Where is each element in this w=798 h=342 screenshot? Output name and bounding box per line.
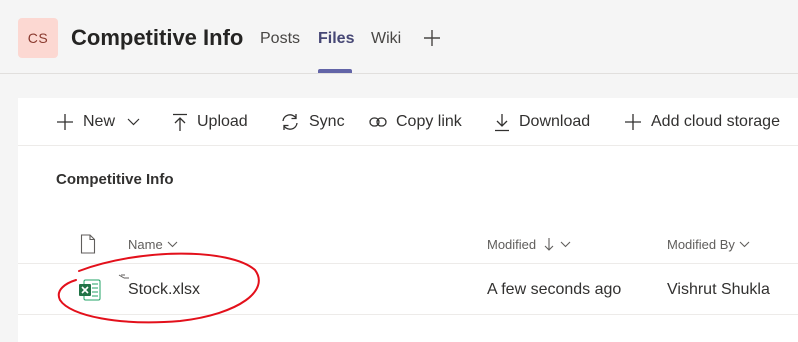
add-tab-button[interactable] xyxy=(420,25,444,51)
add-cloud-storage-label: Add cloud storage xyxy=(651,113,780,130)
file-type-column-header[interactable] xyxy=(80,226,96,262)
download-button[interactable]: Download xyxy=(494,98,590,146)
channel-header: CS Competitive Info Posts Files Wiki xyxy=(0,0,798,74)
copy-link-button[interactable]: Copy link xyxy=(369,98,462,146)
add-cloud-storage-button[interactable]: Add cloud storage xyxy=(624,98,780,146)
tab-wiki[interactable]: Wiki xyxy=(371,30,401,48)
name-column-label: Name xyxy=(128,236,163,252)
sort-descending-icon xyxy=(544,237,554,251)
sync-icon xyxy=(280,113,300,131)
name-column-header[interactable]: Name xyxy=(128,226,178,262)
excel-file-icon xyxy=(78,265,102,315)
plus-icon xyxy=(424,30,440,46)
file-modified-by[interactable]: Vishrut Shukla xyxy=(667,265,770,315)
channel-title: Competitive Info xyxy=(71,25,244,50)
upload-button[interactable]: Upload xyxy=(172,98,248,146)
file-list-header: Name Modified Modified By xyxy=(18,226,798,264)
chevron-down-icon xyxy=(167,241,178,248)
sync-label: Sync xyxy=(309,113,345,130)
modified-by-column-header[interactable]: Modified By xyxy=(667,226,750,262)
files-toolbar: New Upload Sync Copy link Download Add c… xyxy=(18,98,798,146)
tab-files[interactable]: Files xyxy=(318,30,354,48)
active-tab-indicator xyxy=(318,69,352,73)
upload-icon xyxy=(172,113,188,132)
team-avatar[interactable]: CS xyxy=(18,18,58,58)
chevron-down-icon xyxy=(560,241,571,248)
document-icon xyxy=(80,234,96,254)
breadcrumb[interactable]: Competitive Info xyxy=(56,171,174,188)
tab-posts[interactable]: Posts xyxy=(260,30,300,48)
table-row[interactable]: Stock.xlsx A few seconds ago Vishrut Shu… xyxy=(18,265,798,315)
file-modified: A few seconds ago xyxy=(487,281,622,298)
sync-button[interactable]: Sync xyxy=(280,98,345,146)
upload-label: Upload xyxy=(197,113,248,130)
copy-link-label: Copy link xyxy=(396,113,462,130)
new-button[interactable]: New xyxy=(56,98,140,146)
plus-icon xyxy=(56,113,74,131)
modified-column-header[interactable]: Modified xyxy=(487,226,571,262)
plus-icon xyxy=(624,113,642,131)
chevron-down-icon[interactable] xyxy=(127,118,140,126)
new-label: New xyxy=(83,113,116,130)
modified-by-column-label: Modified By xyxy=(667,236,735,252)
download-label: Download xyxy=(519,113,591,130)
file-name[interactable]: Stock.xlsx xyxy=(128,265,200,315)
download-icon xyxy=(494,113,510,132)
modified-column-label: Modified xyxy=(487,236,537,252)
chevron-down-icon xyxy=(739,241,750,248)
link-icon xyxy=(369,116,387,128)
